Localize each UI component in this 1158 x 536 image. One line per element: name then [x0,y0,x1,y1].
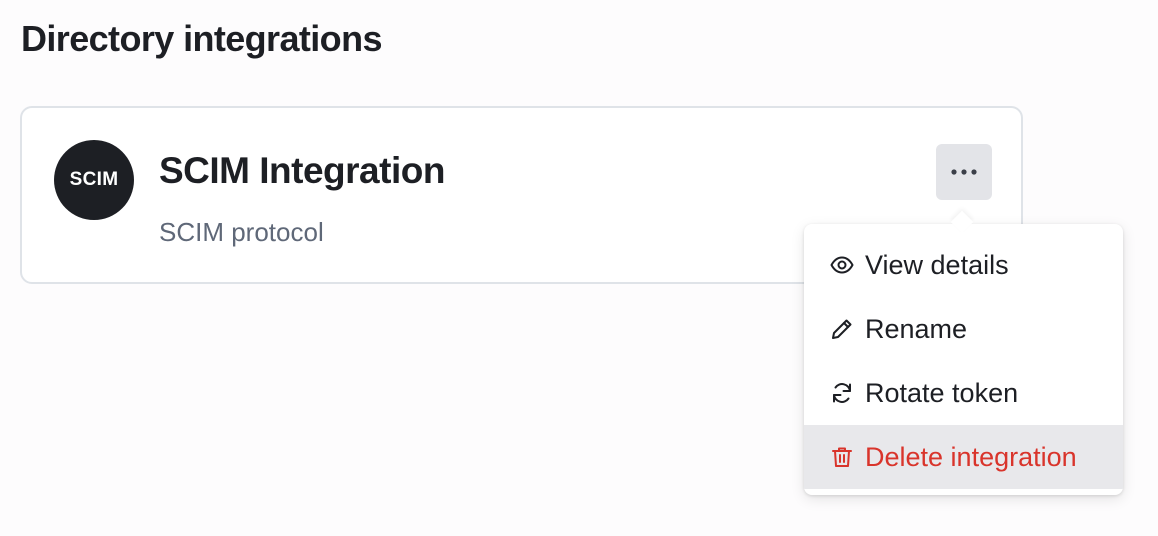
integration-name: SCIM Integration [159,150,445,191]
menu-item-label: Delete integration [865,441,1077,472]
more-options-button[interactable] [936,144,992,200]
options-menu: View details Rename Rotate token Delete … [804,224,1123,495]
menu-item-rotate-token[interactable]: Rotate token [804,361,1123,425]
page-title: Directory integrations [21,18,382,59]
more-horizontal-icon [951,169,977,175]
logo-text: SCIM [69,169,119,190]
integration-protocol: SCIM protocol [159,217,324,247]
menu-item-label: Rename [865,313,968,344]
page: Directory integrations SCIM SCIM Integra… [0,0,1158,536]
eye-icon [830,253,854,277]
refresh-icon [830,381,854,405]
menu-item-delete-integration[interactable]: Delete integration [804,425,1123,489]
menu-item-label: View details [865,249,1009,280]
menu-item-view-details[interactable]: View details [804,233,1123,297]
trash-icon [830,445,854,469]
menu-item-label: Rotate token [865,377,1019,408]
pencil-icon [830,317,854,341]
scim-logo: SCIM [54,140,134,220]
menu-item-rename[interactable]: Rename [804,297,1123,361]
